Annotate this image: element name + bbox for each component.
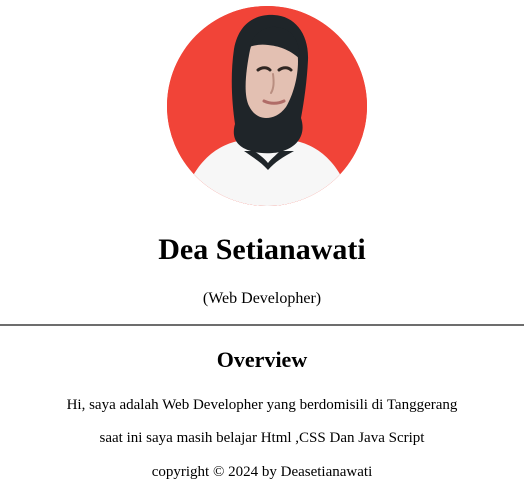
section-divider xyxy=(0,324,524,326)
overview-text-line-2: saat ini saya masih belajar Html ,CSS Da… xyxy=(99,430,425,446)
profile-photo xyxy=(167,6,367,206)
profile-photo-icon xyxy=(167,6,367,206)
copyright-text: copyright © 2024 by Deasetianawati xyxy=(151,464,373,480)
profile-name: Dea Setianawati xyxy=(158,233,366,266)
overview-text-line-1: Hi, saya adalah Web Developher yang berd… xyxy=(66,397,458,413)
profile-role: (Web Developher) xyxy=(202,290,322,307)
overview-heading: Overview xyxy=(216,347,308,372)
